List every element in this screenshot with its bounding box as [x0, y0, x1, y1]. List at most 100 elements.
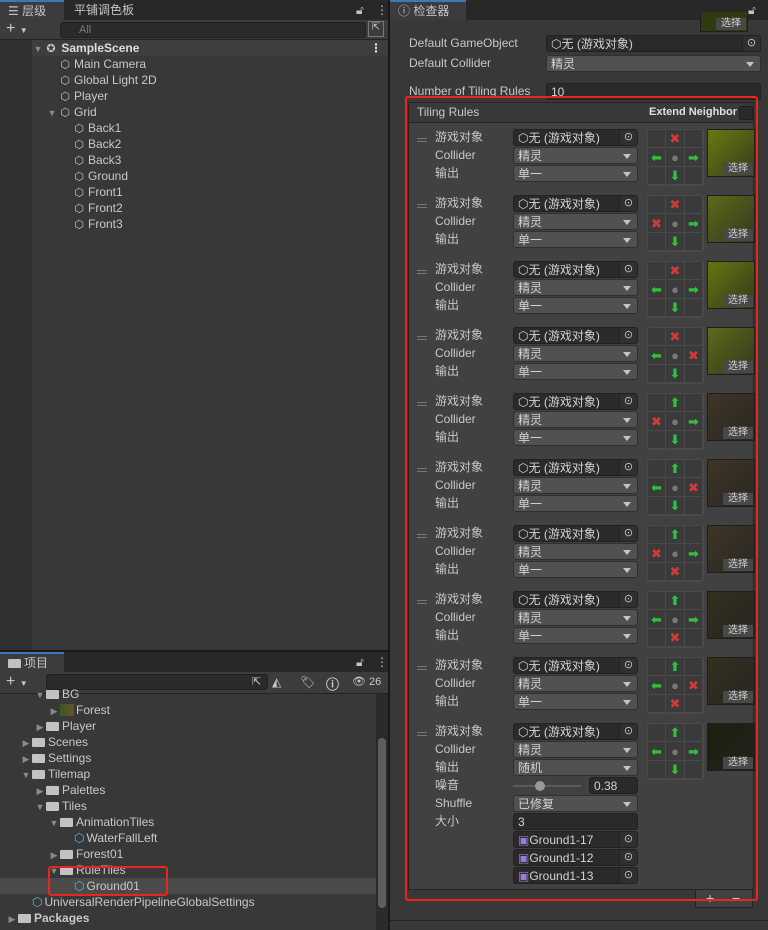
neighbor-left-arrow-icon[interactable]: ⬅ — [648, 478, 666, 497]
neighbor-left-arrow-icon[interactable]: ⬅ — [648, 610, 666, 629]
hierarchy-item[interactable]: ⬡ Ground — [60, 168, 128, 184]
neighbor-down-arrow-icon[interactable]: ⬇ — [666, 761, 685, 779]
neighbor-grid[interactable]: ⬆ ⬅ ● ➡ ✖ — [647, 591, 704, 648]
select-button[interactable]: 选择 — [723, 757, 753, 769]
tab-hierarchy[interactable]: ☰ 层级 — [0, 0, 64, 20]
project-item[interactable]: ▶ Forest01 — [0, 846, 376, 862]
neighbor-empty-cell[interactable] — [685, 328, 703, 346]
neighbor-down-x-icon[interactable]: ✖ — [666, 695, 685, 713]
output-dropdown[interactable]: 单一 — [513, 165, 638, 182]
scrollbar-thumb[interactable] — [378, 738, 386, 908]
output-dropdown[interactable]: 单一 — [513, 363, 638, 380]
neighbor-empty-cell[interactable] — [685, 629, 703, 647]
hierarchy-item[interactable]: ⬡ Back1 — [60, 120, 121, 136]
hierarchy-item[interactable]: ⬡ Player — [46, 88, 108, 104]
object-picker-icon[interactable]: ⊙ — [742, 36, 760, 51]
hierarchy-item[interactable]: ⬡ Front3 — [60, 216, 123, 232]
sprite-preview[interactable]: 选择 — [707, 525, 755, 573]
neighbor-right-arrow-icon[interactable]: ➡ — [685, 214, 703, 233]
output-dropdown[interactable]: 单一 — [513, 561, 638, 578]
gameobject-field[interactable]: ⬡无 (游戏对象) ⊙ — [513, 657, 638, 674]
neighbor-empty-cell[interactable] — [685, 497, 703, 515]
object-picker-icon[interactable]: ⊙ — [619, 196, 637, 211]
neighbor-empty-cell[interactable] — [648, 658, 666, 676]
neighbor-left-arrow-icon[interactable]: ⬅ — [648, 742, 666, 761]
gameobject-field[interactable]: ⬡无 (游戏对象) ⊙ — [513, 261, 638, 278]
gameobject-field[interactable]: ⬡无 (游戏对象) ⊙ — [513, 525, 638, 542]
neighbor-right-x-icon[interactable]: ✖ — [685, 478, 703, 497]
scene-row[interactable]: ▼ ✪ SampleScene ⋮ — [32, 40, 388, 56]
center-tile-icon[interactable]: ● — [666, 214, 685, 233]
neighbor-empty-cell[interactable] — [685, 761, 703, 779]
neighbor-grid[interactable]: ⬆ ✖ ● ➡ ⬇ — [647, 393, 704, 450]
extend-neighbor-checkbox[interactable] — [739, 106, 753, 120]
search-expand-icon[interactable]: ⇱ — [368, 21, 384, 37]
center-tile-icon[interactable]: ● — [666, 610, 685, 629]
neighbor-grid[interactable]: ✖ ⬅ ● ➡ ⬇ — [647, 261, 704, 318]
sprite-preview[interactable]: 选择 — [707, 195, 755, 243]
neighbor-empty-cell[interactable] — [685, 299, 703, 317]
size-input[interactable]: 3 — [513, 813, 638, 830]
project-item[interactable]: ▼ AnimationTiles — [0, 814, 376, 830]
expand-triangle[interactable]: ▶ — [34, 719, 46, 735]
search-input[interactable]: All — [60, 22, 366, 38]
neighbor-grid[interactable]: ✖ ⬅ ● ➡ ⬇ — [647, 129, 704, 186]
select-button[interactable]: 选择 — [723, 427, 753, 439]
neighbor-empty-cell[interactable] — [648, 497, 666, 515]
neighbor-empty-cell[interactable] — [648, 365, 666, 383]
object-picker-icon[interactable]: ⊙ — [619, 592, 637, 607]
neighbor-empty-cell[interactable] — [648, 328, 666, 346]
drag-handle-icon[interactable] — [417, 138, 427, 142]
neighbor-empty-cell[interactable] — [685, 262, 703, 280]
neighbor-right-arrow-icon[interactable]: ➡ — [685, 742, 703, 761]
neighbor-empty-cell[interactable] — [648, 130, 666, 148]
drag-handle-icon[interactable] — [417, 666, 427, 670]
gameobject-field[interactable]: ⬡无 (游戏对象) ⊙ — [513, 195, 638, 212]
neighbor-left-arrow-icon[interactable]: ⬅ — [648, 346, 666, 365]
neighbor-up-arrow-icon[interactable]: ⬆ — [666, 460, 685, 478]
neighbor-down-arrow-icon[interactable]: ⬇ — [666, 167, 685, 185]
object-picker-icon[interactable]: ⊙ — [619, 130, 637, 145]
select-button[interactable]: 选择 — [723, 361, 753, 373]
hierarchy-item[interactable]: ▼ ⬡ Grid — [46, 104, 97, 120]
neighbor-left-x-icon[interactable]: ✖ — [648, 214, 666, 233]
gameobject-field[interactable]: ⬡无 (游戏对象) ⊙ — [513, 393, 638, 410]
sprite-preview[interactable]: 选择 — [707, 261, 755, 309]
sprite-preview[interactable]: 选择 — [707, 393, 755, 441]
noise-input[interactable]: 0.38 — [589, 777, 638, 794]
neighbor-empty-cell[interactable] — [648, 592, 666, 610]
expand-triangle[interactable]: ▼ — [34, 687, 46, 703]
object-picker-icon[interactable]: ⊙ — [619, 460, 637, 475]
neighbor-down-x-icon[interactable]: ✖ — [666, 563, 685, 581]
neighbor-right-x-icon[interactable]: ✖ — [685, 346, 703, 365]
select-button[interactable]: 选择 — [723, 691, 753, 703]
select-button[interactable]: 选择 — [723, 493, 753, 505]
center-tile-icon[interactable]: ● — [666, 346, 685, 365]
neighbor-up-arrow-icon[interactable]: ⬆ — [666, 394, 685, 412]
neighbor-grid[interactable]: ⬆ ⬅ ● ✖ ⬇ — [647, 459, 704, 516]
shuffle-dropdown[interactable]: 已修复 — [513, 795, 638, 812]
neighbor-empty-cell[interactable] — [685, 130, 703, 148]
gameobject-field[interactable]: ⬡无 (游戏对象) ⊙ — [513, 723, 638, 740]
sprite-preview[interactable]: 选择 — [707, 591, 755, 639]
hierarchy-item[interactable]: ⬡ Main Camera — [46, 56, 146, 72]
gameobject-field[interactable]: ⬡无 (游戏对象) ⊙ — [513, 129, 638, 146]
project-item[interactable]: ▼ Tiles — [0, 798, 376, 814]
neighbor-empty-cell[interactable] — [648, 167, 666, 185]
neighbor-down-arrow-icon[interactable]: ⬇ — [666, 431, 685, 449]
project-item[interactable]: ▶ Player — [0, 718, 376, 734]
neighbor-up-arrow-icon[interactable]: ⬆ — [666, 658, 685, 676]
neighbor-empty-cell[interactable] — [685, 431, 703, 449]
neighbor-empty-cell[interactable] — [685, 724, 703, 742]
collider-dropdown[interactable]: 精灵 — [513, 147, 638, 164]
object-picker-icon[interactable]: ⊙ — [619, 850, 637, 865]
neighbor-down-x-icon[interactable]: ✖ — [666, 629, 685, 647]
neighbor-right-x-icon[interactable]: ✖ — [685, 676, 703, 695]
collider-dropdown[interactable]: 精灵 — [513, 279, 638, 296]
expand-triangle[interactable]: ▼ — [32, 41, 44, 57]
select-button[interactable]: 选择 — [723, 625, 753, 637]
select-button[interactable]: 选择 — [723, 559, 753, 571]
neighbor-down-arrow-icon[interactable]: ⬇ — [666, 365, 685, 383]
neighbor-right-arrow-icon[interactable]: ➡ — [685, 280, 703, 299]
sprite-preview[interactable]: 选择 — [707, 723, 755, 771]
